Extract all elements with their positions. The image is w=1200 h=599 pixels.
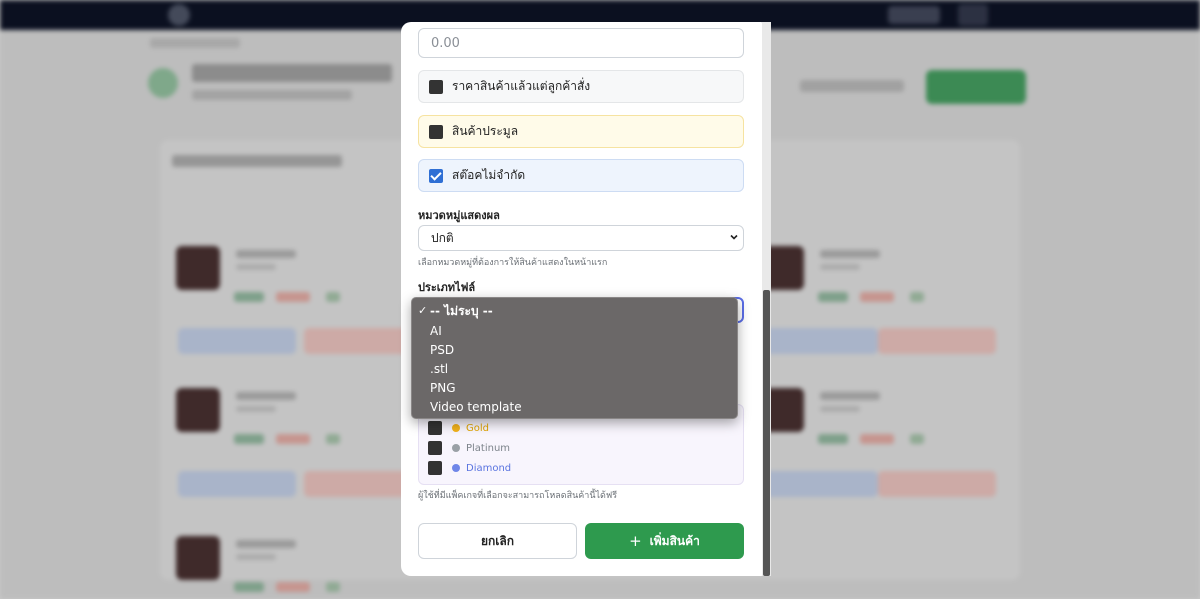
file-type-option-ai[interactable]: AI (412, 321, 737, 340)
checkmark-icon: ✓ (418, 304, 428, 317)
site-logo (168, 4, 190, 26)
breadcrumb (150, 38, 240, 48)
package-option-gold[interactable]: Gold (428, 421, 489, 435)
category-selected-value: ปกติ (431, 230, 454, 245)
package-option-platinum[interactable]: Platinum (428, 441, 510, 455)
auction-checkbox[interactable] (429, 124, 443, 139)
file-type-option-label: PNG (430, 380, 456, 395)
unlimited-stock-checkbox[interactable] (429, 168, 443, 183)
navbar-avatar (958, 4, 988, 26)
modal-scrollbar-thumb[interactable] (763, 290, 770, 576)
unlimited-stock-option[interactable]: สต๊อคไม่จำกัด (418, 159, 744, 192)
add-product-button[interactable]: + เพิ่มสินค้า (585, 523, 744, 559)
page-title-icon (148, 68, 178, 98)
package-diamond-label: Diamond (466, 462, 512, 474)
package-diamond-checkbox[interactable] (428, 461, 442, 475)
product-card (176, 536, 340, 596)
package-platinum-label: Platinum (466, 442, 511, 454)
plus-icon: + (629, 532, 642, 550)
header-primary-button (926, 70, 1026, 104)
price-input[interactable]: 0.00 (418, 28, 744, 58)
file-type-option-video-template[interactable]: Video template (412, 397, 737, 416)
platinum-dot-icon (452, 444, 460, 452)
card-edit-button (760, 328, 878, 354)
cancel-button-label: ยกเลิก (480, 533, 515, 548)
unlimited-stock-label: สต๊อคไม่จำกัด (452, 168, 526, 182)
page-title (192, 64, 392, 82)
package-help-text: ผู้ใช้ที่มีแพ็คเกจที่เลือกจะสามารถโหลดสิ… (418, 491, 618, 501)
file-type-option-psd[interactable]: PSD (412, 340, 737, 359)
package-platinum-checkbox[interactable] (428, 441, 442, 455)
file-type-option-label: Video template (430, 399, 522, 414)
file-type-option-none[interactable]: ✓ -- ไม่ระบุ -- (412, 302, 737, 321)
package-gold-label: Gold (466, 422, 489, 434)
package-gold-checkbox[interactable] (428, 421, 442, 435)
add-product-button-label: เพิ่มสินค้า (649, 533, 700, 548)
file-type-option-label: .stl (430, 361, 449, 376)
products-panel-title (172, 155, 342, 167)
file-type-option-label: -- ไม่ระบุ -- (430, 304, 493, 318)
package-option-diamond[interactable]: Diamond (428, 461, 511, 475)
auction-label: สินค้าประมูล (452, 124, 519, 138)
file-type-option-png[interactable]: PNG (412, 378, 737, 397)
card-delete-button (878, 328, 996, 354)
card-edit-button (760, 471, 878, 497)
price-input-placeholder: 0.00 (431, 35, 460, 51)
price-after-order-option[interactable]: ราคาสินค้าแล้วแต่ลูกค้าสั่ง (418, 70, 744, 103)
auction-option[interactable]: สินค้าประมูล (418, 115, 744, 148)
category-help-text: เลือกหมวดหมู่ที่ต้องการให้สินค้าแสดงในหน… (418, 258, 608, 268)
product-card (760, 246, 924, 306)
file-type-dropdown-menu: ✓ -- ไม่ระบุ -- AI PSD .stl PNG Video te… (411, 297, 738, 419)
gold-dot-icon (452, 424, 460, 432)
file-type-option-stl[interactable]: .stl (412, 359, 737, 378)
diamond-dot-icon (452, 464, 460, 472)
category-label: หมวดหมู่แสดงผล (418, 209, 500, 222)
card-delete-button (878, 471, 996, 497)
product-card (176, 388, 340, 448)
chevron-down-icon (729, 232, 739, 245)
file-type-option-label: AI (430, 323, 442, 338)
cancel-button[interactable]: ยกเลิก (418, 523, 577, 559)
file-type-option-label: PSD (430, 342, 455, 357)
product-card (176, 246, 340, 306)
price-after-order-label: ราคาสินค้าแล้วแต่ลูกค้าสั่ง (452, 79, 591, 93)
file-type-label: ประเภทไฟล์ (418, 281, 476, 294)
card-edit-button (178, 471, 296, 497)
price-after-order-checkbox[interactable] (429, 79, 443, 94)
navbar-button (888, 6, 940, 24)
product-card (760, 388, 924, 448)
page-subtitle (192, 90, 352, 100)
card-edit-button (178, 328, 296, 354)
header-link (800, 80, 904, 92)
category-select[interactable]: ปกติ (418, 225, 744, 251)
